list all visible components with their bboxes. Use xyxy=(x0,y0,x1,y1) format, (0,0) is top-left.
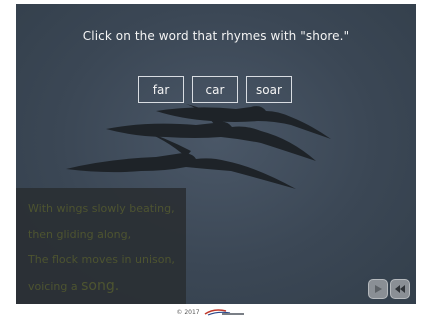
rewind-button[interactable] xyxy=(390,279,410,299)
footer: © 2017 xyxy=(0,308,422,316)
answer-choices: far car soar xyxy=(138,76,292,103)
play-button[interactable] xyxy=(368,279,388,299)
play-icon xyxy=(375,285,382,293)
poem-line-3: The flock moves in unison, xyxy=(28,253,175,266)
poem-line-4-prefix: voicing a xyxy=(28,280,78,293)
choice-soar[interactable]: soar xyxy=(246,76,292,103)
rewind-icon xyxy=(395,285,405,293)
poem-line-4: voicing a song. xyxy=(28,278,119,294)
poem-line-4-emphasis: song. xyxy=(81,278,120,294)
question-prompt: Click on the word that rhymes with "shor… xyxy=(82,29,350,43)
logo-icon xyxy=(204,309,244,316)
activity-stage: Click on the word that rhymes with "shor… xyxy=(16,4,416,304)
poem-line-1: With wings slowly beating, xyxy=(28,202,175,215)
choice-car[interactable]: car xyxy=(192,76,238,103)
poem-line-2: then gliding along, xyxy=(28,228,132,241)
choice-far[interactable]: far xyxy=(138,76,184,103)
poem-box: With wings slowly beating, then gliding … xyxy=(16,188,186,304)
copyright-text: © 2017 xyxy=(176,308,200,316)
navigation-controls xyxy=(368,279,410,299)
